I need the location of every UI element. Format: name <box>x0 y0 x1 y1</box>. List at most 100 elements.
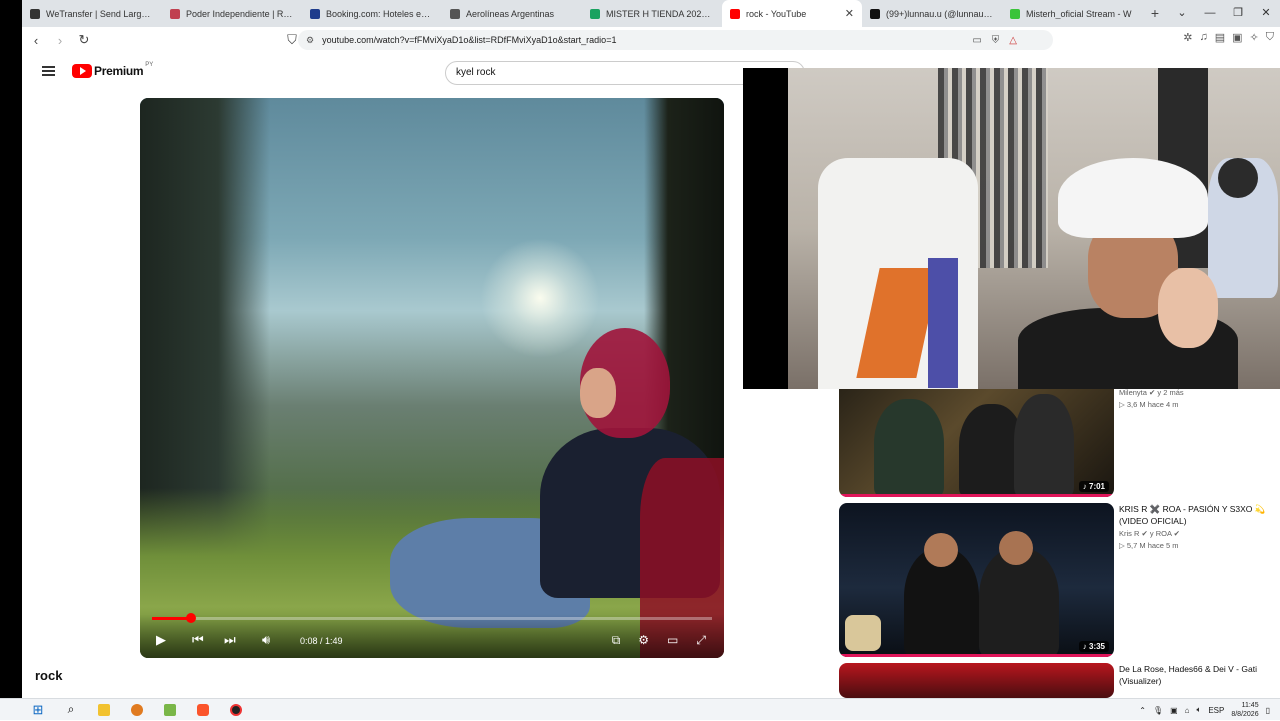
tab-favicon-icon <box>310 8 320 19</box>
player-controls: ▶ ⏮ ⏭ 🔊︎ 0:08 / 1:49 ⧉ ⚙ ▭ ⤢ <box>140 613 724 658</box>
browser-tab[interactable]: WeTransfer | Send Large Files <box>22 0 162 27</box>
browser-tab[interactable]: Aerolíneas Argentinas <box>442 0 582 27</box>
browser-toolbar: ‹ › ↻ ⛉ ⚙ youtube.com/watch?v=fFMviXyaD1… <box>22 27 1280 53</box>
browser-tab-strip: WeTransfer | Send Large Files Poder Indep… <box>22 0 1280 27</box>
rewards-icon[interactable]: △ <box>1009 35 1017 46</box>
duration-badge: ♪ 3:35 <box>1078 641 1109 652</box>
search-icon[interactable]: ⌕ <box>59 701 83 719</box>
browser-tab[interactable]: Booking.com: Hoteles en Bue <box>302 0 442 27</box>
browser-tab[interactable]: Misterh_oficial Stream - W <box>1002 0 1142 27</box>
app-icon[interactable] <box>125 701 149 719</box>
progress-scrubber[interactable] <box>186 613 197 623</box>
vpn-icon[interactable]: ⛉ <box>1266 31 1274 44</box>
wallet-icon[interactable]: ▣ <box>1232 31 1242 44</box>
close-tab-icon[interactable]: ✕ <box>845 7 854 20</box>
browser-tab[interactable]: rock - YouTube ✕ <box>722 0 862 27</box>
recommendation-meta[interactable]: De La Rose, Hades66 & Dei V - Gati (Visu… <box>1119 663 1279 687</box>
logo-text: Premium <box>94 64 144 78</box>
youtube-play-icon <box>72 64 92 78</box>
extensions-area: ✲ ♫ ▤ ▣ ✧ ⛉ <box>1183 31 1274 44</box>
child <box>1158 268 1218 348</box>
windows-taskbar: ⊞ ⌕ ⌃ 🎙︎ ▣ ⌂ 🔈︎ ESP 11:45 8/8/2026 ▯ <box>0 698 1280 720</box>
show-hidden-icons[interactable]: ⌃ <box>1139 706 1146 715</box>
tab-title: Booking.com: Hoteles en Bue <box>326 8 434 19</box>
subtitles-icon[interactable]: ⧉ <box>612 633 621 648</box>
tab-title: WeTransfer | Send Large Files <box>46 8 154 19</box>
app-icon[interactable] <box>158 701 182 719</box>
clock[interactable]: 11:45 8/8/2026 <box>1231 701 1258 719</box>
previous-icon[interactable]: ⏮ <box>192 632 204 648</box>
video-player[interactable]: ▶ ⏮ ⏭ 🔊︎ 0:08 / 1:49 ⧉ ⚙ ▭ ⤢ <box>140 98 724 658</box>
forward-arrow-icon[interactable]: › <box>50 33 70 48</box>
progress-bar[interactable] <box>152 613 712 623</box>
address-bar-actions: ▭ ⛨ △ <box>972 30 1017 50</box>
sidebar-icon[interactable]: ▤ <box>1215 31 1225 44</box>
browser-tab[interactable]: Poder Independiente | Rando <box>162 0 302 27</box>
stream-overlay-video[interactable] <box>743 68 1280 389</box>
address-bar[interactable]: ⚙ youtube.com/watch?v=fFMviXyaD1o&list=R… <box>298 30 1053 50</box>
extensions-icon[interactable]: ✲ <box>1183 31 1192 44</box>
fullscreen-icon[interactable]: ⤢ <box>696 633 706 648</box>
recommendation-meta[interactable]: KRIS R ✖️ ROA - PASIÓN Y S3XO 💫 (VIDEO O… <box>1119 503 1279 551</box>
notifications-icon[interactable]: ▯ <box>1266 706 1270 715</box>
recommendation-thumbnail[interactable]: ♪ 7:01 <box>839 389 1114 497</box>
app-icon[interactable] <box>224 701 248 719</box>
hamburger-menu-icon[interactable] <box>42 66 55 76</box>
tab-favicon-icon <box>1010 8 1020 19</box>
cast-icon[interactable]: ▭ <box>972 35 981 46</box>
figure-face <box>580 368 616 418</box>
clock-date: 8/8/2026 <box>1231 711 1259 718</box>
tab-favicon-icon <box>450 8 460 19</box>
microphone-icon[interactable]: 🎙︎ <box>1153 706 1163 715</box>
language-indicator[interactable]: ESP <box>1208 706 1224 715</box>
channel-name[interactable]: Milenyta ✔ y 2 más <box>1119 386 1279 400</box>
new-tab-button[interactable]: + <box>1142 0 1168 27</box>
network-icon[interactable]: ⌂ <box>1185 706 1190 715</box>
close-window-button[interactable]: ✕ <box>1252 0 1280 27</box>
play-icon[interactable]: ▶ <box>156 632 166 648</box>
region-code: PY <box>145 62 154 68</box>
watched-bar <box>839 654 1114 657</box>
reload-icon[interactable]: ↻ <box>74 32 94 48</box>
back-arrow-icon[interactable]: ‹ <box>26 33 46 48</box>
file-explorer-icon[interactable] <box>92 701 116 719</box>
browser-tab[interactable]: (99+)lunnau.u (@lunnau.u) | T <box>862 0 1002 27</box>
video-title: rock <box>35 668 63 683</box>
next-icon[interactable]: ⏭ <box>224 632 236 648</box>
tab-search-icon[interactable]: ⌄ <box>1168 0 1196 27</box>
tab-title: Poder Independiente | Rando <box>186 8 294 19</box>
tab-list: WeTransfer | Send Large Files Poder Indep… <box>22 0 1142 27</box>
settings-gear-icon[interactable]: ⚙ <box>638 633 649 648</box>
tab-title: Misterh_oficial Stream - W <box>1026 8 1132 19</box>
tab-favicon-icon <box>590 8 600 19</box>
recommendation-thumbnail[interactable] <box>839 663 1114 698</box>
site-info-icon[interactable]: ⚙ <box>306 35 314 46</box>
recommendation-meta[interactable]: Milenyta ✔ y 2 más ▷ 3,6 M hace 4 m <box>1119 386 1279 410</box>
time-display: 0:08 / 1:49 <box>300 636 343 646</box>
brave-browser-icon[interactable] <box>191 701 215 719</box>
tab-favicon-icon <box>730 8 740 19</box>
brave-shield-icon[interactable]: ⛨ <box>992 35 1000 46</box>
theater-mode-icon[interactable]: ▭ <box>667 633 678 648</box>
player-controls-right: ⧉ ⚙ ▭ ⤢ <box>612 633 706 648</box>
recommendation-thumbnail[interactable]: ♪ 3:35 <box>839 503 1114 657</box>
video-stats: ▷ 3,6 M hace 4 m <box>1119 400 1179 409</box>
tray-app-icon[interactable]: ▣ <box>1170 706 1178 715</box>
windows-start-icon[interactable]: ⊞ <box>26 701 50 719</box>
browser-tab[interactable]: MISTER H TIENDA 2025 - Hoj <box>582 0 722 27</box>
watched-bar <box>839 494 1114 497</box>
minimize-button[interactable]: — <box>1196 0 1224 27</box>
youtube-logo[interactable]: Premium PY <box>72 62 154 78</box>
person-cap <box>1058 158 1208 238</box>
leo-icon[interactable]: ✧ <box>1250 31 1259 44</box>
video-frame <box>140 98 724 658</box>
recommendation-title[interactable]: De La Rose, Hades66 & Dei V - Gati (Visu… <box>1119 663 1279 687</box>
channel-name[interactable]: Kris R ✔ y ROA ✔ <box>1119 527 1279 541</box>
volume-icon[interactable]: 🔊︎ <box>262 632 270 648</box>
left-black-strip <box>0 0 22 698</box>
chair-blue-stripe <box>928 258 958 388</box>
recommendation-title[interactable]: KRIS R ✖️ ROA - PASIÓN Y S3XO 💫 (VIDEO O… <box>1119 503 1279 527</box>
maximize-button[interactable]: ❐ <box>1224 0 1252 27</box>
volume-tray-icon[interactable]: 🔈︎ <box>1197 705 1202 715</box>
music-icon[interactable]: ♫ <box>1199 31 1207 44</box>
